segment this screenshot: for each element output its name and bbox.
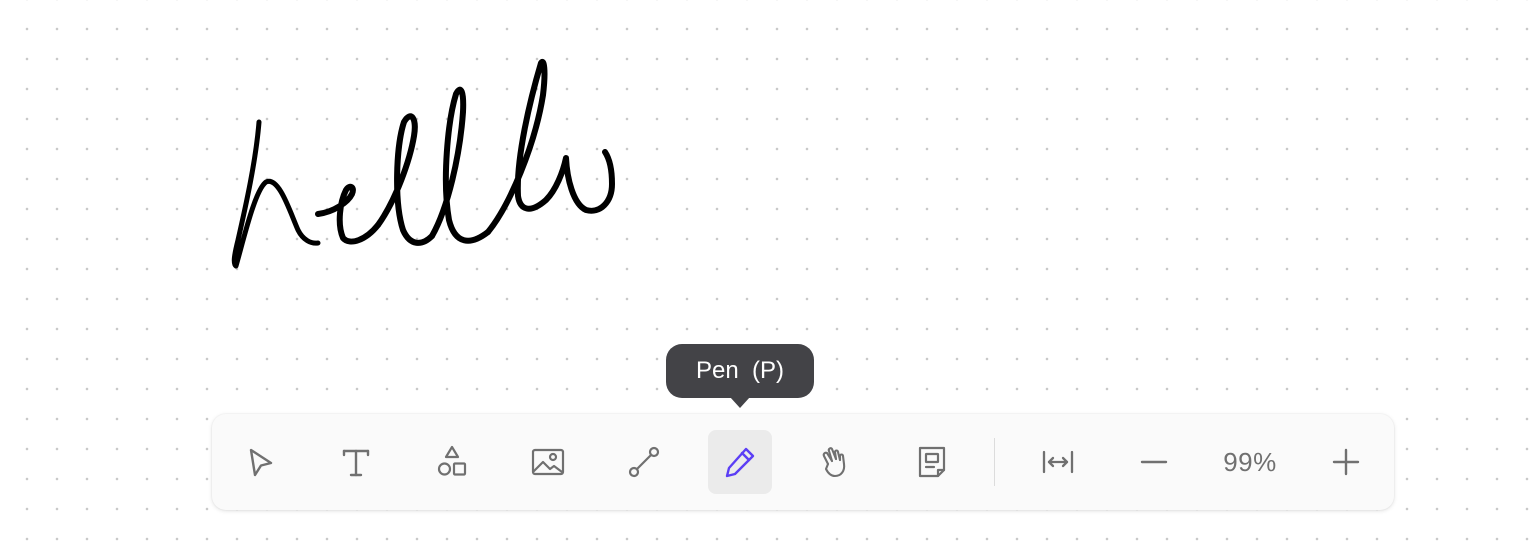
select-tool-button[interactable] xyxy=(228,430,292,494)
minus-icon xyxy=(1140,460,1168,464)
pointer-icon xyxy=(249,448,273,477)
bottom-toolbar: 99% xyxy=(212,414,1394,510)
pen-tooltip: Pen (P) xyxy=(666,344,814,398)
tooltip-arrow xyxy=(730,397,750,408)
pen-tool-button[interactable] xyxy=(708,430,772,494)
hand-tool-button[interactable] xyxy=(804,430,868,494)
text-icon xyxy=(342,449,370,477)
image-tool-button[interactable] xyxy=(516,430,580,494)
connector-icon xyxy=(628,446,660,478)
pen-icon xyxy=(725,447,755,478)
text-tool-button[interactable] xyxy=(324,430,388,494)
zoom-out-button[interactable] xyxy=(1122,430,1186,494)
shapes-icon xyxy=(437,445,467,476)
zoom-in-button[interactable] xyxy=(1314,430,1378,494)
note-tool-button[interactable] xyxy=(900,430,964,494)
hand-icon xyxy=(822,447,846,478)
toolbar-divider xyxy=(994,438,995,486)
plus-icon xyxy=(1332,448,1360,476)
shapes-tool-button[interactable] xyxy=(420,430,484,494)
zoom-level[interactable]: 99% xyxy=(1202,444,1298,480)
connector-tool-button[interactable] xyxy=(612,430,676,494)
note-icon xyxy=(918,446,946,478)
image-icon xyxy=(531,448,565,476)
fit-width-button[interactable] xyxy=(1026,430,1090,494)
fit-width-icon xyxy=(1042,450,1074,474)
